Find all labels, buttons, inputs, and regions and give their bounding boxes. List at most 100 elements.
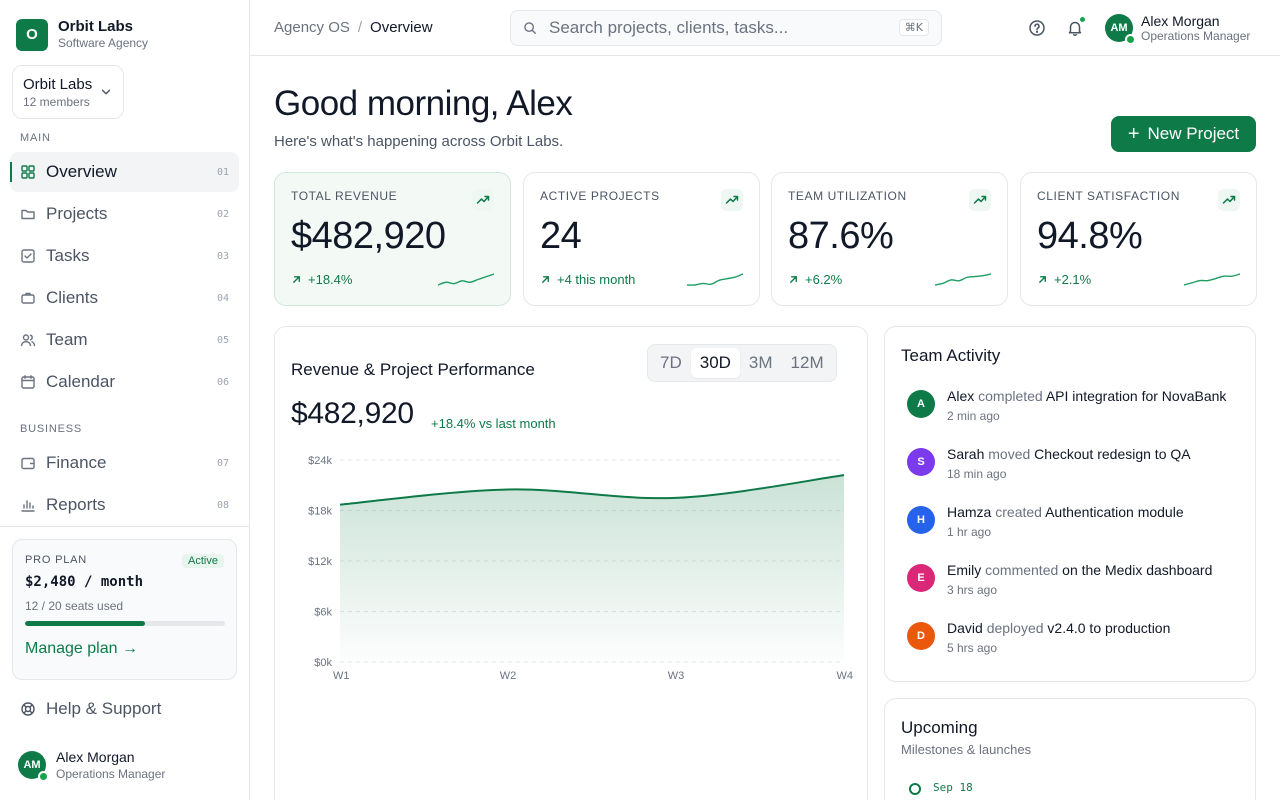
kpi-card-client-satisfaction[interactable]: CLIENT SATISFACTION 94.8% +2.1%: [1020, 172, 1257, 306]
search-icon: [524, 22, 536, 34]
sidebar-item-team[interactable]: Team 05: [10, 320, 239, 360]
sidebar-item-label: Reports: [46, 495, 106, 514]
arrow-up-right-icon: [790, 276, 797, 283]
sidebar-item-clients[interactable]: Clients 04: [10, 278, 239, 318]
kpi-change: +18.4%: [291, 272, 352, 287]
sparkline-path: [438, 273, 494, 286]
activity-item[interactable]: A Alex completed API integration for Nov…: [907, 388, 1247, 432]
x-tick-label: W4: [837, 670, 854, 682]
x-tick-label: W3: [668, 670, 685, 682]
notification-dot: [1079, 16, 1086, 23]
breadcrumb-current: Overview: [370, 19, 433, 36]
user-role: Operations Manager: [1141, 29, 1251, 43]
kpi-label: TOTAL REVENUE: [291, 189, 398, 203]
search-input[interactable]: [549, 18, 889, 38]
topbar: Agency OS / Overview ⌘K AM Alex Morgan O…: [250, 0, 1280, 56]
kpi-sparkline: [438, 273, 494, 286]
manage-plan-link[interactable]: Manage plan →: [25, 640, 224, 658]
range-tab-7d[interactable]: 7D: [651, 348, 691, 378]
sidebar-item-reports[interactable]: Reports 08: [10, 485, 239, 525]
plan-seats-progress-fill: [25, 621, 145, 626]
arrow-up-right-icon: [1039, 276, 1046, 283]
sidebar-user-profile[interactable]: AM Alex Morgan Operations Manager: [18, 748, 165, 782]
grid-icon: [21, 165, 35, 179]
sidebar-item-finance[interactable]: Finance 07: [10, 443, 239, 483]
brand-name: Orbit Labs: [58, 18, 134, 35]
activity-avatar: S: [907, 448, 935, 476]
topbar-user-menu[interactable]: AM Alex Morgan Operations Manager: [1105, 13, 1251, 45]
new-project-button[interactable]: + New Project: [1111, 116, 1256, 152]
activity-user: Sarah: [947, 446, 985, 462]
briefcase-icon: [21, 292, 35, 304]
sidebar-item-overview[interactable]: Overview 01: [10, 152, 239, 192]
activity-item[interactable]: H Hamza created Authentication module 1 …: [907, 504, 1247, 548]
activity-title: Team Activity: [901, 346, 1001, 365]
upcoming-card: Upcoming Milestones & launches Sep 18: [884, 698, 1256, 800]
breadcrumb-separator: /: [357, 19, 363, 36]
kpi-change-text: +2.1%: [1054, 272, 1092, 287]
y-tick-label: $12k: [308, 556, 332, 568]
activity-object: Authentication module: [1045, 504, 1184, 520]
kpi-value: 24: [540, 215, 582, 257]
kpi-sparkline: [1184, 273, 1240, 286]
help-circle-icon[interactable]: [1028, 19, 1046, 37]
activity-text: Alex completed API integration for NovaB…: [947, 388, 1226, 404]
range-selector: 7D 30D 3M 12M: [647, 344, 837, 382]
sidebar-item-number: 08: [216, 499, 229, 511]
kpi-change-text: +18.4%: [308, 272, 353, 287]
kpi-value: 94.8%: [1037, 215, 1143, 257]
kpi-change: +4 this month: [540, 272, 635, 287]
activity-item[interactable]: E Emily commented on the Medix dashboard…: [907, 562, 1247, 606]
area-fill: [340, 475, 844, 662]
y-tick-label: $18k: [308, 506, 332, 518]
range-tab-30d[interactable]: 30D: [690, 348, 740, 378]
activity-user: David: [947, 620, 983, 636]
plan-price: $2,480 / month: [25, 574, 144, 590]
activity-user: Alex: [947, 388, 975, 404]
y-tick-label: $6k: [314, 607, 332, 619]
sidebar-item-number: 02: [216, 208, 229, 220]
sidebar-item-projects[interactable]: Projects 02: [10, 194, 239, 234]
page-subtitle: Here's what's happening across Orbit Lab…: [274, 133, 564, 150]
kpi-change: +6.2%: [788, 272, 842, 287]
activity-item[interactable]: D David deployed v2.4.0 to production 5 …: [907, 620, 1247, 664]
activity-object: Checkout redesign to QA: [1034, 446, 1191, 462]
milestone-date[interactable]: Sep 18: [933, 781, 973, 794]
sidebar-item-label: Projects: [46, 204, 108, 223]
chevron-down-icon: [101, 89, 111, 95]
breadcrumb-root[interactable]: Agency OS: [274, 19, 350, 36]
range-tab-12m[interactable]: 12M: [782, 348, 833, 378]
sidebar-item-calendar[interactable]: Calendar 06: [10, 362, 239, 402]
activity-item[interactable]: S Sarah moved Checkout redesign to QA 18…: [907, 446, 1247, 490]
activity-time: 1 hr ago: [947, 525, 992, 539]
nav-section-main: MAIN: [20, 132, 51, 144]
activity-avatar: A: [907, 390, 935, 418]
kpi-card-total-revenue[interactable]: TOTAL REVENUE $482,920 +18.4%: [274, 172, 511, 306]
workspace-switcher[interactable]: Orbit Labs 12 members: [12, 65, 124, 119]
avatar-initials: AM: [23, 759, 41, 771]
activity-user: Emily: [947, 562, 982, 578]
bar-chart-icon: [21, 500, 35, 512]
sidebar-item-number: 03: [216, 250, 229, 262]
brand-logo: O: [16, 18, 48, 51]
kpi-change: +2.1%: [1037, 272, 1091, 287]
help-support-link[interactable]: Help & Support: [20, 699, 161, 719]
activity-text: Sarah moved Checkout redesign to QA: [947, 446, 1191, 462]
kpi-sparkline: [687, 273, 743, 286]
kpi-label: CLIENT SATISFACTION: [1037, 189, 1180, 203]
brand[interactable]: O Orbit Labs Software Agency: [16, 18, 148, 51]
kpi-change-text: +4 this month: [557, 272, 636, 287]
y-tick-label: $0k: [314, 657, 332, 669]
nav-section-business: BUSINESS: [20, 423, 83, 435]
kpi-card-team-utilization[interactable]: TEAM UTILIZATION 87.6% +6.2%: [771, 172, 1008, 306]
sidebar-divider: [0, 526, 249, 527]
range-tab-3m[interactable]: 3M: [740, 348, 782, 378]
search-bar[interactable]: ⌘K: [510, 10, 942, 46]
activity-verb: deployed: [986, 620, 1044, 636]
plan-status-badge: Active: [182, 554, 224, 568]
x-tick-label: W1: [333, 670, 350, 682]
activity-time: 3 hrs ago: [947, 583, 998, 597]
kpi-card-active-projects[interactable]: ACTIVE PROJECTS 24 +4 this month: [523, 172, 760, 306]
sidebar-item-tasks[interactable]: Tasks 03: [10, 236, 239, 276]
trending-up-icon: [472, 189, 494, 211]
